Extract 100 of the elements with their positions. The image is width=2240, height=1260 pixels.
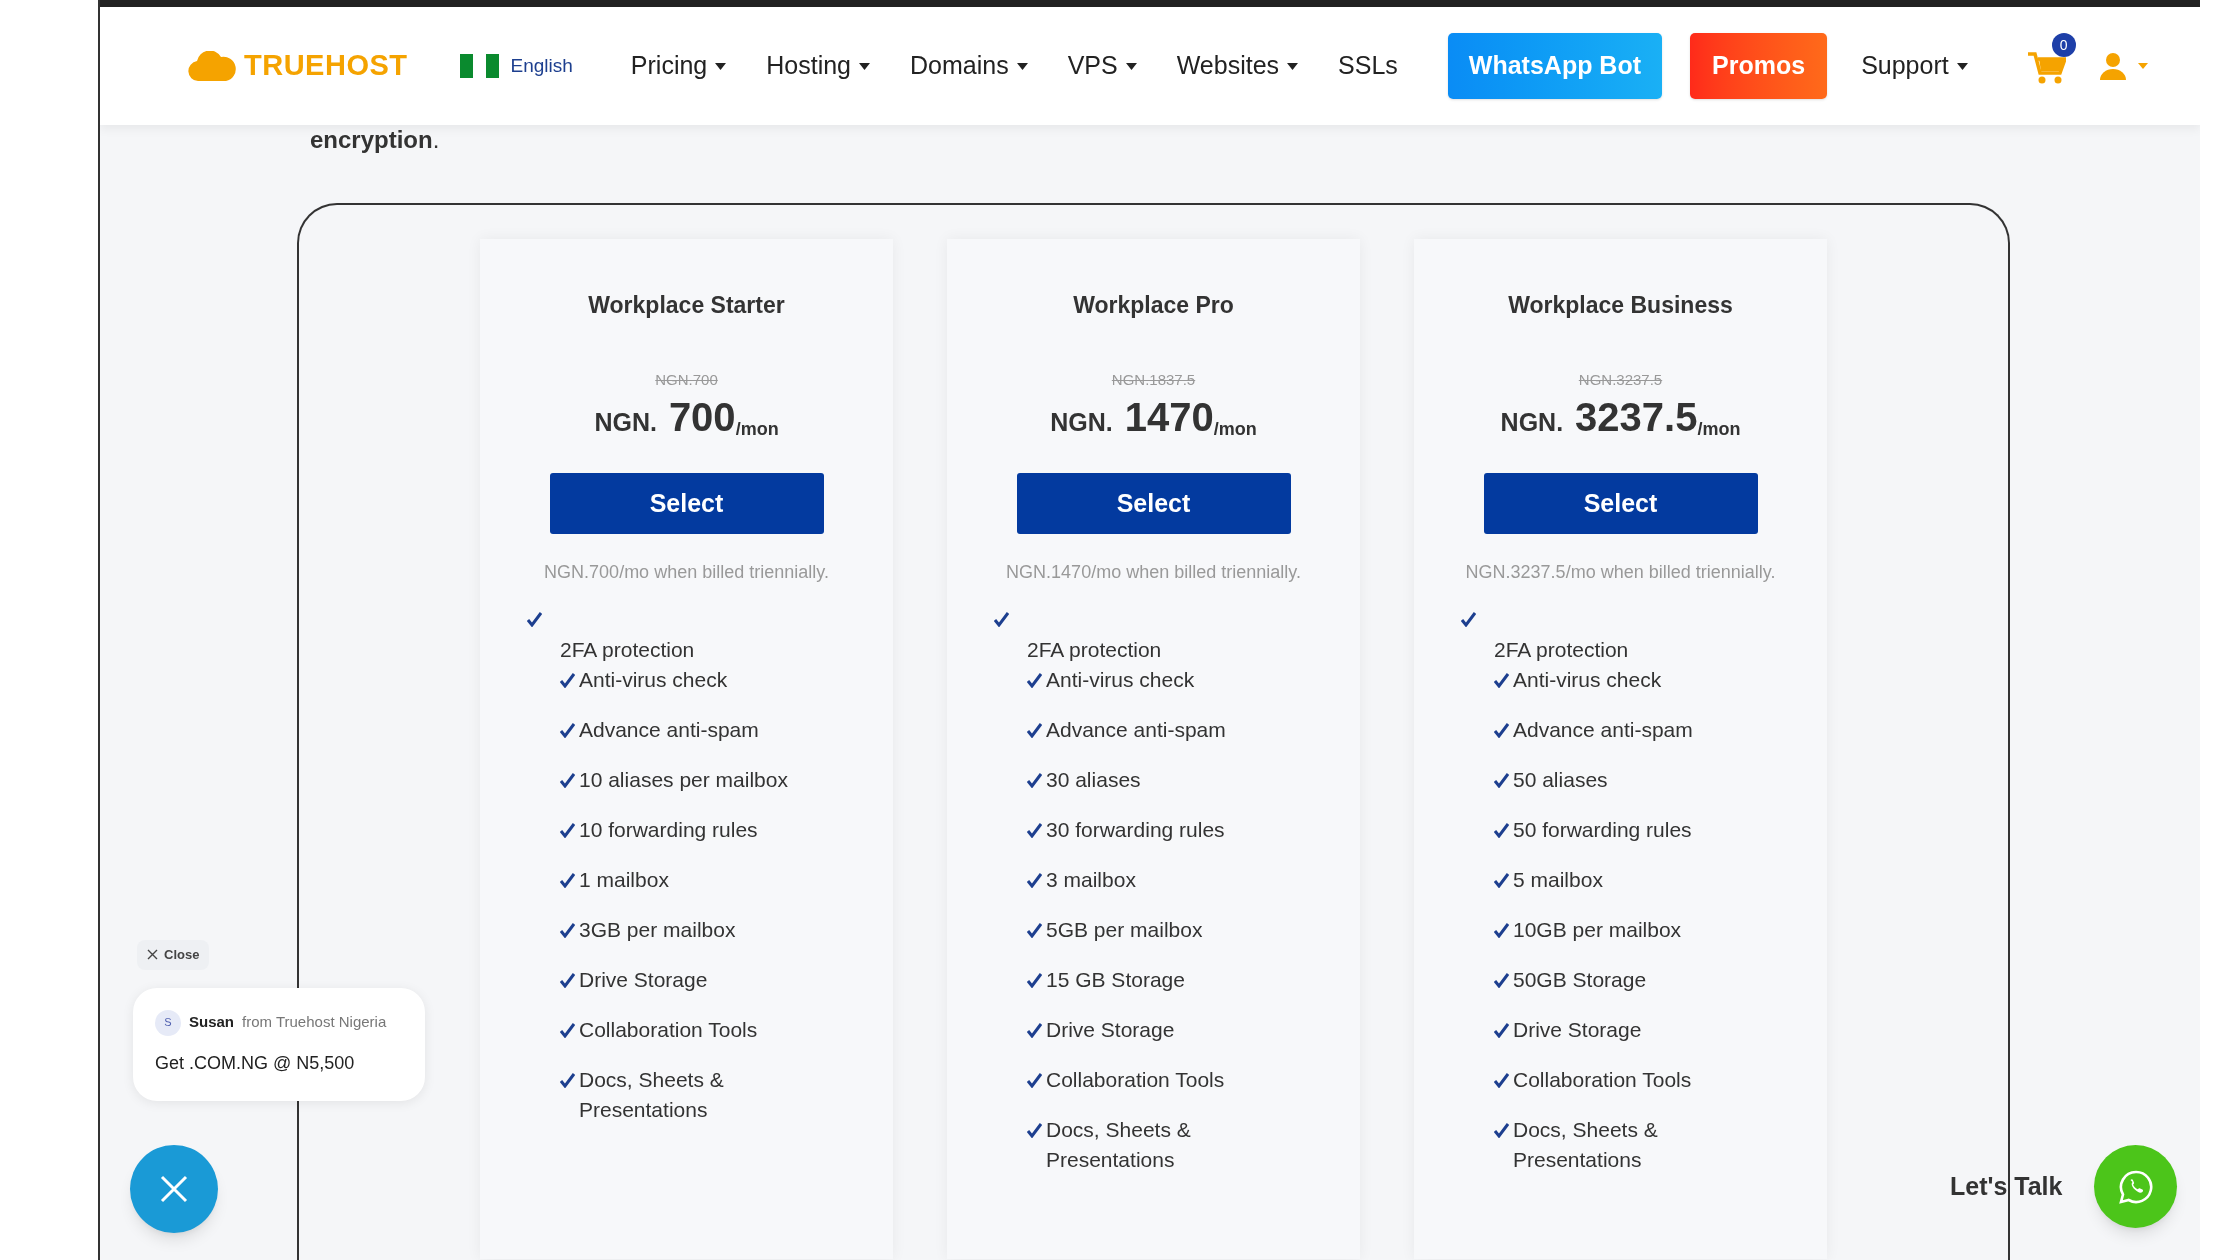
check-icon — [1027, 1023, 1042, 1038]
feature-item: Anti-virus check — [1513, 667, 1662, 693]
agent-avatar: S — [155, 1009, 181, 1036]
feature-item: Anti-virus check — [1046, 667, 1195, 693]
feature-item: 10 aliases per mailbox — [579, 767, 788, 793]
check-icon — [1027, 1123, 1042, 1138]
check-icon — [1494, 973, 1509, 988]
agent-company: from Truehost Nigeria — [242, 1012, 387, 1033]
feature-item: 10 forwarding rules — [579, 817, 758, 843]
check-icon — [1027, 923, 1042, 938]
check-icon — [994, 612, 1009, 627]
feature-item: Docs, Sheets & Presentations — [579, 1067, 725, 1123]
select-button[interactable]: Select — [1483, 473, 1758, 534]
feature-item: Drive Storage — [1046, 1017, 1175, 1043]
feature-item: Drive Storage — [579, 967, 708, 993]
plan-title: Workplace Business — [1508, 291, 1733, 320]
feature-item: Collaboration Tools — [1513, 1067, 1692, 1093]
feature-item: 30 aliases — [1046, 767, 1141, 793]
caret-icon — [859, 62, 870, 70]
caret-icon — [1016, 62, 1028, 70]
feature-item: Docs, Sheets & Presentations — [1046, 1117, 1192, 1173]
cloud-logo-icon — [188, 51, 236, 81]
nav-menu[interactable]: Domains — [890, 47, 1048, 85]
nav-menu[interactable]: Support — [1841, 47, 1988, 85]
check-icon — [560, 973, 575, 988]
caret-icon — [1956, 62, 1968, 70]
check-icon — [560, 873, 575, 888]
original-price: NGN.1837.5 — [1111, 369, 1196, 390]
user-icon[interactable] — [2099, 52, 2126, 80]
feature-item: 15 GB Storage — [1046, 967, 1185, 993]
currency-label: NGN. — [594, 407, 657, 438]
feature-item: 30 forwarding rules — [1046, 817, 1225, 843]
check-icon — [1027, 673, 1042, 688]
check-icon — [560, 1073, 575, 1088]
nav-menu[interactable]: Pricing — [610, 47, 747, 85]
billing-note: NGN.3237.5/mo when billed triennially. — [1465, 561, 1776, 584]
feature-item: 50 aliases — [1513, 767, 1608, 793]
nav-link[interactable]: SSLs — [1318, 47, 1418, 85]
check-icon — [527, 612, 542, 627]
currency-label: NGN. — [1050, 407, 1113, 438]
feature-item: Advance anti-spam — [579, 717, 759, 743]
close-icon — [159, 1174, 189, 1204]
check-icon — [1027, 773, 1042, 788]
intro-text: encryption. — [310, 127, 440, 153]
caret-icon — [2137, 63, 2148, 69]
check-icon — [1494, 873, 1509, 888]
check-icon — [1027, 873, 1042, 888]
feature-item: Collaboration Tools — [1046, 1067, 1225, 1093]
close-popup-button[interactable]: Close — [137, 940, 210, 970]
check-icon — [1494, 773, 1509, 788]
check-icon — [560, 1023, 575, 1038]
check-icon — [1494, 823, 1509, 838]
check-icon — [1494, 1123, 1509, 1138]
check-icon — [1494, 723, 1509, 738]
agent-name: Susan — [189, 1012, 234, 1033]
caret-icon — [1287, 62, 1299, 70]
select-button[interactable]: Select — [1016, 473, 1291, 534]
language-link[interactable]: English — [510, 51, 573, 81]
price-amount: 1470 — [1124, 394, 1214, 441]
nav-menu[interactable]: Websites — [1156, 47, 1319, 85]
billing-note: NGN.700/mo when billed triennially. — [544, 561, 829, 584]
nav-menu[interactable]: VPS — [1047, 47, 1157, 85]
cart-count-badge: 0 — [2051, 33, 2076, 57]
price-period: /mon — [1213, 419, 1257, 441]
feature-item: 50 forwarding rules — [1513, 817, 1692, 843]
original-price: NGN.3237.5 — [1578, 369, 1663, 390]
feature-item: Advance anti-spam — [1046, 717, 1226, 743]
feature-item: 3GB per mailbox — [579, 917, 736, 943]
price-period: /mon — [735, 419, 779, 441]
feature-item: 2FA protection — [1494, 637, 1630, 663]
cart-icon[interactable] — [2027, 51, 2066, 85]
nav-menu[interactable]: Hosting — [746, 47, 890, 85]
check-icon — [560, 923, 575, 938]
check-icon — [1494, 673, 1509, 688]
caret-icon — [1125, 62, 1137, 70]
feature-item: 5GB per mailbox — [1046, 917, 1203, 943]
price-period: /mon — [1697, 419, 1741, 441]
feature-item: Drive Storage — [1513, 1017, 1642, 1043]
close-icon — [147, 949, 158, 961]
price-amount: 700 — [668, 394, 736, 441]
check-icon — [1027, 973, 1042, 988]
feature-item: 3 mailbox — [1046, 867, 1136, 893]
feature-item: Advance anti-spam — [1513, 717, 1693, 743]
check-icon — [1027, 723, 1042, 738]
feature-item: Anti-virus check — [579, 667, 728, 693]
feature-item: 5 mailbox — [1513, 867, 1603, 893]
caret-icon — [715, 62, 727, 70]
check-icon — [560, 673, 575, 688]
plan-title: Workplace Pro — [1073, 291, 1234, 320]
nigeria-flag-icon — [459, 54, 499, 78]
price-amount: 3237.5 — [1575, 394, 1698, 441]
feature-item: 1 mailbox — [579, 867, 669, 893]
plan-title: Workplace Starter — [588, 291, 785, 320]
feature-item: 2FA protection — [560, 637, 696, 663]
check-icon — [1461, 612, 1476, 627]
check-icon — [560, 723, 575, 738]
select-button[interactable]: Select — [549, 473, 824, 534]
chat-message-text: Get .COM.NG @ N5,500 — [155, 1051, 356, 1075]
whatsapp-icon — [2117, 1168, 2154, 1205]
feature-item: 2FA protection — [1027, 637, 1163, 663]
